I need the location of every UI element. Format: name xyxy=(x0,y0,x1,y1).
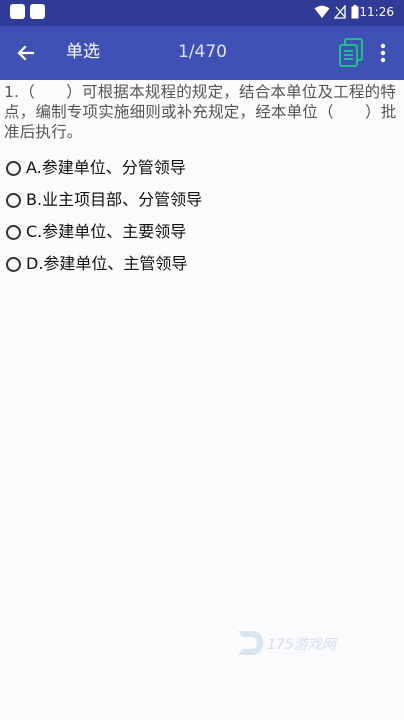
app-bar: 单选 1/470 xyxy=(0,26,404,80)
page-title: 单选 xyxy=(66,42,100,62)
option-b[interactable]: B.业主项目部、分管领导 xyxy=(6,187,202,213)
question-counter: 1/470 xyxy=(178,42,227,62)
more-menu-icon[interactable] xyxy=(377,42,389,64)
option-c[interactable]: C.参建单位、主要领导 xyxy=(6,219,186,245)
option-label: C.参建单位、主要领导 xyxy=(26,222,187,241)
radio-button[interactable] xyxy=(6,224,21,240)
notification-icon xyxy=(30,4,45,19)
watermark-logo: 175游戏网 xyxy=(238,631,338,655)
answer-sheet-icon[interactable] xyxy=(338,38,364,68)
watermark-text: 175游戏网 xyxy=(267,637,338,653)
status-time: 11:26 xyxy=(359,5,394,19)
radio-button[interactable] xyxy=(6,192,21,208)
option-label: D.参建单位、主管领导 xyxy=(26,254,188,273)
radio-button[interactable] xyxy=(6,256,21,272)
radio-button[interactable] xyxy=(6,160,21,176)
battery-icon xyxy=(351,5,359,19)
signal-off-icon xyxy=(334,5,346,19)
option-label: B.业主项目部、分管领导 xyxy=(26,190,203,209)
option-d[interactable]: D.参建单位、主管领导 xyxy=(6,251,187,277)
option-a[interactable]: A.参建单位、分管领导 xyxy=(6,155,186,181)
question-area: 1.（ ）可根据本规程的规定，结合本单位及工程的特点，编制专项实施细则或补充规定… xyxy=(0,82,404,142)
status-bar: 11:26 xyxy=(0,0,404,26)
option-label: A.参建单位、分管领导 xyxy=(26,158,186,177)
question-text: 1.（ ）可根据本规程的规定，结合本单位及工程的特点，编制专项实施细则或补充规定… xyxy=(4,83,397,141)
wifi-icon xyxy=(314,5,330,18)
notification-icon xyxy=(10,4,25,19)
back-arrow-icon[interactable] xyxy=(14,41,38,65)
